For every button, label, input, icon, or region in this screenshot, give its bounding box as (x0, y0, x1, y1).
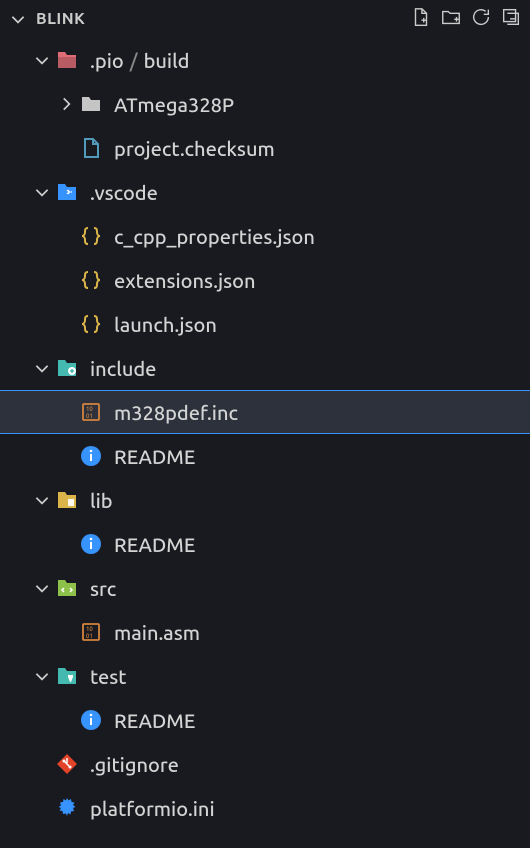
file-main-asm[interactable]: 1001 main.asm (0, 610, 530, 654)
binary-icon: 1001 (78, 619, 104, 645)
chevron-down-icon (30, 359, 54, 377)
new-file-icon[interactable] (410, 6, 432, 32)
folder-label: .pio / build (90, 49, 190, 72)
json-icon (78, 267, 104, 293)
folder-label: test (90, 665, 127, 688)
file-extensions-json[interactable]: extensions.json (0, 258, 530, 302)
file-launch-json[interactable]: launch.json (0, 302, 530, 346)
project-title: BLINK (36, 10, 410, 28)
folder-vscode-icon (54, 179, 80, 205)
file-m328pdef-inc[interactable]: 1001 m328pdef.inc (0, 390, 530, 434)
folder-lib-icon (54, 487, 80, 513)
folder-icon (78, 91, 104, 117)
file-label: extensions.json (114, 269, 256, 292)
file-label: c_cpp_properties.json (114, 225, 315, 248)
git-icon (54, 751, 80, 777)
file-label: m328pdef.inc (114, 401, 238, 424)
file-readme-include[interactable]: README (0, 434, 530, 478)
folder-label: src (90, 577, 116, 600)
file-label: main.asm (114, 621, 200, 644)
binary-icon: 1001 (78, 399, 104, 425)
file-label: project.checksum (114, 137, 275, 160)
json-icon (78, 311, 104, 337)
info-icon (78, 707, 104, 733)
file-label: README (114, 709, 195, 732)
chevron-down-icon (30, 51, 54, 69)
gear-icon (54, 795, 80, 821)
chevron-down-icon (30, 183, 54, 201)
collapse-all-icon[interactable] (500, 6, 522, 32)
file-project-checksum[interactable]: project.checksum (0, 126, 530, 170)
header-actions (410, 6, 522, 32)
svg-text:01: 01 (86, 633, 93, 640)
folder-lib[interactable]: lib (0, 478, 530, 522)
svg-text:10: 10 (86, 406, 93, 413)
file-readme-test[interactable]: README (0, 698, 530, 742)
file-label: .gitignore (90, 753, 179, 776)
file-platformio-ini[interactable]: platformio.ini (0, 786, 530, 830)
folder-include[interactable]: include (0, 346, 530, 390)
folder-label: ATmega328P (114, 93, 234, 116)
file-readme-lib[interactable]: README (0, 522, 530, 566)
chevron-down-icon (30, 491, 54, 509)
folder-src-icon (54, 575, 80, 601)
folder-src[interactable]: src (0, 566, 530, 610)
file-label: README (114, 533, 195, 556)
folder-label: include (90, 357, 156, 380)
folder-icon (54, 47, 80, 73)
explorer-header[interactable]: BLINK (0, 0, 530, 38)
chevron-down-icon (6, 10, 30, 28)
file-c-cpp-properties[interactable]: c_cpp_properties.json (0, 214, 530, 258)
folder-pio-build[interactable]: .pio / build (0, 38, 530, 82)
chevron-down-icon (30, 667, 54, 685)
folder-test-icon (54, 663, 80, 689)
folder-include-icon (54, 355, 80, 381)
file-icon (78, 135, 104, 161)
chevron-right-icon (54, 95, 78, 113)
json-icon (78, 223, 104, 249)
folder-test[interactable]: test (0, 654, 530, 698)
chevron-down-icon (30, 579, 54, 597)
file-label: launch.json (114, 313, 217, 336)
svg-text:01: 01 (86, 413, 93, 420)
folder-label: .vscode (90, 181, 158, 204)
folder-label: lib (90, 489, 113, 512)
file-label: platformio.ini (90, 797, 215, 820)
info-icon (78, 531, 104, 557)
info-icon (78, 443, 104, 469)
refresh-icon[interactable] (470, 6, 492, 32)
svg-text:10: 10 (86, 626, 93, 633)
file-label: README (114, 445, 195, 468)
file-gitignore[interactable]: .gitignore (0, 742, 530, 786)
new-folder-icon[interactable] (440, 6, 462, 32)
folder-vscode[interactable]: .vscode (0, 170, 530, 214)
folder-atmega328p[interactable]: ATmega328P (0, 82, 530, 126)
